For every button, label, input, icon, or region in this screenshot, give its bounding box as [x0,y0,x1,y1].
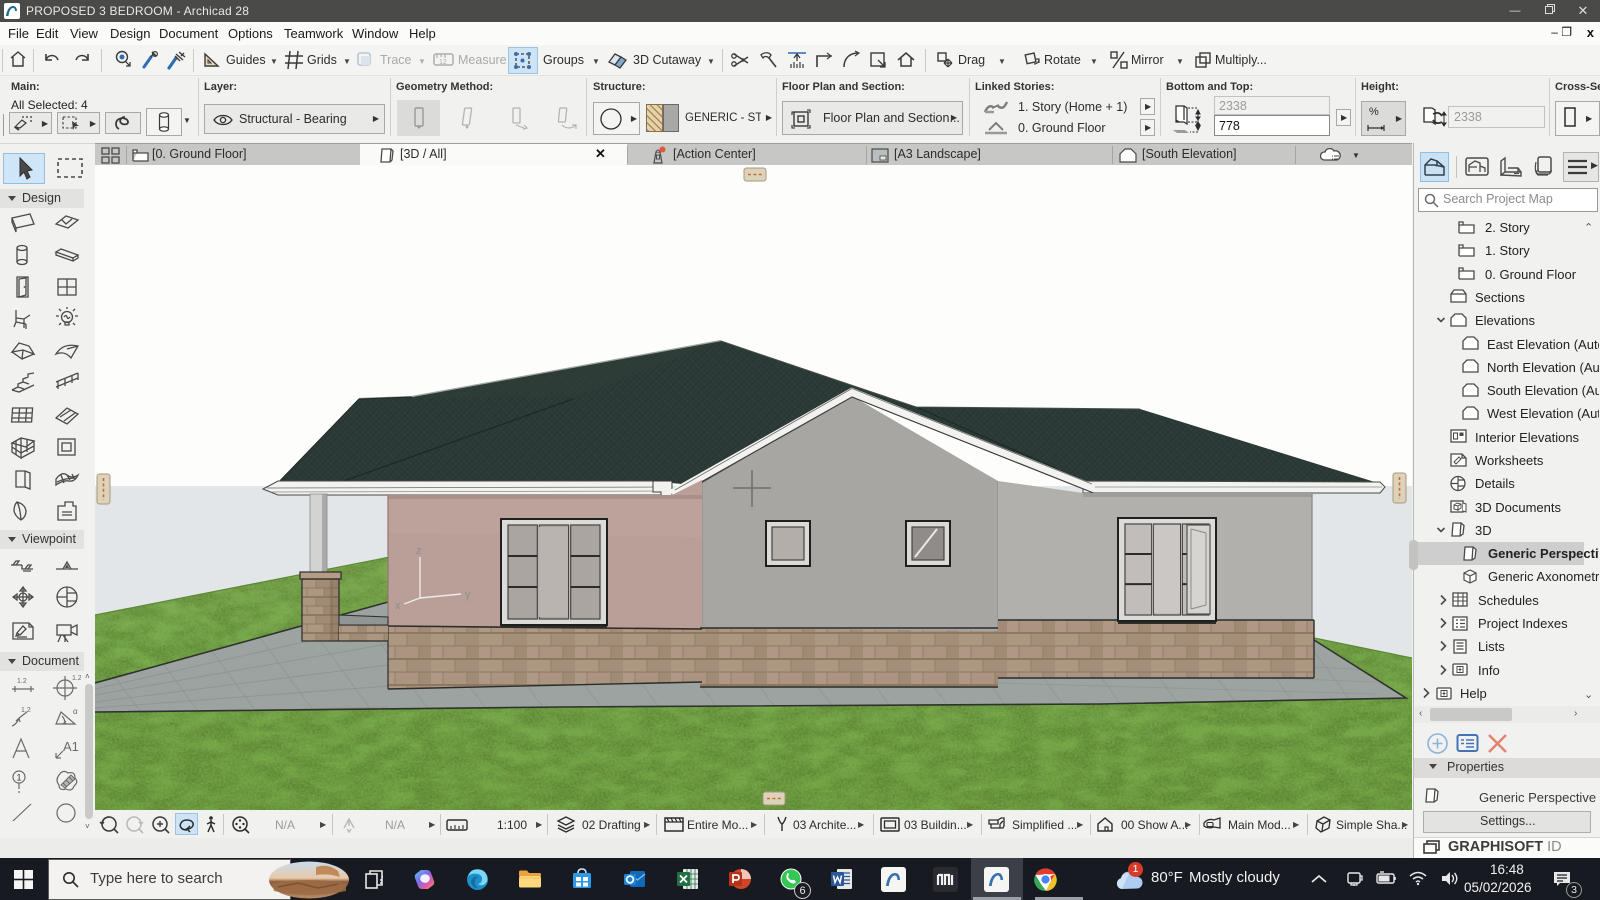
svg-text:12: 12 [439,59,447,66]
svg-text:1.2: 1.2 [17,678,27,685]
svg-text:z: z [416,545,422,557]
svg-text:y: y [465,589,471,601]
svg-text:%: % [1369,106,1379,118]
svg-text:1: 1 [17,773,22,783]
svg-text:A1: A1 [63,739,79,754]
svg-text:x: x [395,600,401,612]
svg-text:1.2: 1.2 [21,707,31,714]
svg-text:α: α [73,707,78,716]
svg-text:1.2: 1.2 [72,675,81,682]
